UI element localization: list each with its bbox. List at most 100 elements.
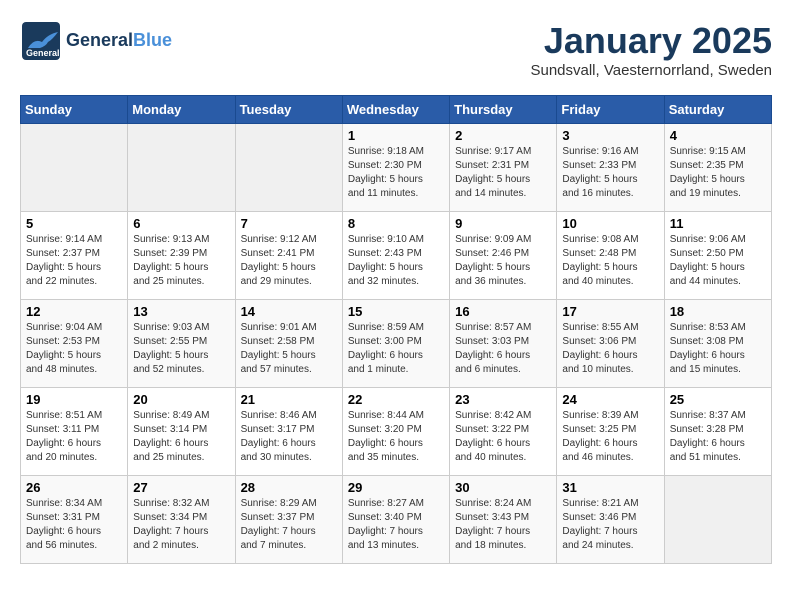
day-number: 26 xyxy=(26,480,122,495)
calendar-week-row: 26 Sunrise: 8:34 AM Sunset: 3:31 PM Dayli… xyxy=(21,476,772,564)
day-info: Sunrise: 9:08 AM Sunset: 2:48 PM Dayligh… xyxy=(562,233,658,289)
day-number: 16 xyxy=(455,304,551,319)
day-number: 15 xyxy=(348,304,444,319)
calendar-cell: 28 Sunrise: 8:29 AM Sunset: 3:37 PM Dayli… xyxy=(235,476,342,564)
calendar-cell: 16 Sunrise: 8:57 AM Sunset: 3:03 PM Dayli… xyxy=(450,300,557,388)
calendar-cell: 22 Sunrise: 8:44 AM Sunset: 3:20 PM Dayli… xyxy=(342,388,449,476)
day-number: 23 xyxy=(455,392,551,407)
day-info: Sunrise: 9:15 AM Sunset: 2:35 PM Dayligh… xyxy=(670,145,766,201)
calendar-cell: 9 Sunrise: 9:09 AM Sunset: 2:46 PM Daylig… xyxy=(450,212,557,300)
day-info: Sunrise: 8:27 AM Sunset: 3:40 PM Dayligh… xyxy=(348,497,444,553)
day-number: 7 xyxy=(241,216,337,231)
day-info: Sunrise: 8:49 AM Sunset: 3:14 PM Dayligh… xyxy=(133,409,229,465)
calendar-cell: 26 Sunrise: 8:34 AM Sunset: 3:31 PM Dayli… xyxy=(21,476,128,564)
day-info: Sunrise: 8:24 AM Sunset: 3:43 PM Dayligh… xyxy=(455,497,551,553)
logo-icon: General xyxy=(20,20,62,62)
calendar-cell: 13 Sunrise: 9:03 AM Sunset: 2:55 PM Dayli… xyxy=(128,300,235,388)
day-info: Sunrise: 8:46 AM Sunset: 3:17 PM Dayligh… xyxy=(241,409,337,465)
day-info: Sunrise: 9:09 AM Sunset: 2:46 PM Dayligh… xyxy=(455,233,551,289)
day-info: Sunrise: 8:44 AM Sunset: 3:20 PM Dayligh… xyxy=(348,409,444,465)
day-number: 19 xyxy=(26,392,122,407)
calendar-cell: 29 Sunrise: 8:27 AM Sunset: 3:40 PM Dayli… xyxy=(342,476,449,564)
calendar-cell: 25 Sunrise: 8:37 AM Sunset: 3:28 PM Dayli… xyxy=(664,388,771,476)
calendar-cell xyxy=(235,124,342,212)
day-info: Sunrise: 8:55 AM Sunset: 3:06 PM Dayligh… xyxy=(562,321,658,377)
day-number: 25 xyxy=(670,392,766,407)
calendar-cell: 18 Sunrise: 8:53 AM Sunset: 3:08 PM Dayli… xyxy=(664,300,771,388)
calendar-cell: 10 Sunrise: 9:08 AM Sunset: 2:48 PM Dayli… xyxy=(557,212,664,300)
calendar-header-row: SundayMondayTuesdayWednesdayThursdayFrid… xyxy=(21,96,772,124)
calendar-cell: 24 Sunrise: 8:39 AM Sunset: 3:25 PM Dayli… xyxy=(557,388,664,476)
calendar-cell xyxy=(664,476,771,564)
logo-general: GeneralBlue xyxy=(66,31,172,51)
day-of-week-header: Tuesday xyxy=(235,96,342,124)
logo-text-block: GeneralBlue xyxy=(66,31,172,51)
calendar-cell: 19 Sunrise: 8:51 AM Sunset: 3:11 PM Dayli… xyxy=(21,388,128,476)
day-info: Sunrise: 9:14 AM Sunset: 2:37 PM Dayligh… xyxy=(26,233,122,289)
day-number: 17 xyxy=(562,304,658,319)
day-info: Sunrise: 9:17 AM Sunset: 2:31 PM Dayligh… xyxy=(455,145,551,201)
day-info: Sunrise: 8:51 AM Sunset: 3:11 PM Dayligh… xyxy=(26,409,122,465)
day-of-week-header: Friday xyxy=(557,96,664,124)
day-info: Sunrise: 8:32 AM Sunset: 3:34 PM Dayligh… xyxy=(133,497,229,553)
day-info: Sunrise: 9:06 AM Sunset: 2:50 PM Dayligh… xyxy=(670,233,766,289)
calendar-cell: 7 Sunrise: 9:12 AM Sunset: 2:41 PM Daylig… xyxy=(235,212,342,300)
day-number: 30 xyxy=(455,480,551,495)
month-title: January 2025 xyxy=(530,20,772,62)
day-info: Sunrise: 9:18 AM Sunset: 2:30 PM Dayligh… xyxy=(348,145,444,201)
calendar-cell: 6Sunrise: 9:13 AM Sunset: 2:39 PM Daylig… xyxy=(128,212,235,300)
day-number: 18 xyxy=(670,304,766,319)
day-info: Sunrise: 9:10 AM Sunset: 2:43 PM Dayligh… xyxy=(348,233,444,289)
day-number: 12 xyxy=(26,304,122,319)
day-info: Sunrise: 9:12 AM Sunset: 2:41 PM Dayligh… xyxy=(241,233,337,289)
calendar-cell: 12Sunrise: 9:04 AM Sunset: 2:53 PM Dayli… xyxy=(21,300,128,388)
day-info: Sunrise: 8:21 AM Sunset: 3:46 PM Dayligh… xyxy=(562,497,658,553)
day-info: Sunrise: 9:03 AM Sunset: 2:55 PM Dayligh… xyxy=(133,321,229,377)
day-number: 24 xyxy=(562,392,658,407)
day-number: 2 xyxy=(455,128,551,143)
calendar-cell: 23Sunrise: 8:42 AM Sunset: 3:22 PM Dayli… xyxy=(450,388,557,476)
day-of-week-header: Saturday xyxy=(664,96,771,124)
day-number: 4 xyxy=(670,128,766,143)
day-info: Sunrise: 8:59 AM Sunset: 3:00 PM Dayligh… xyxy=(348,321,444,377)
day-number: 20 xyxy=(133,392,229,407)
page-header: General GeneralBlue January 2025 Sundsva… xyxy=(20,20,772,79)
svg-text:General: General xyxy=(26,48,60,58)
day-of-week-header: Sunday xyxy=(21,96,128,124)
day-info: Sunrise: 8:34 AM Sunset: 3:31 PM Dayligh… xyxy=(26,497,122,553)
calendar-cell: 8Sunrise: 9:10 AM Sunset: 2:43 PM Daylig… xyxy=(342,212,449,300)
calendar-table: SundayMondayTuesdayWednesdayThursdayFrid… xyxy=(20,95,772,564)
day-number: 5 xyxy=(26,216,122,231)
calendar-cell: 21Sunrise: 8:46 AM Sunset: 3:17 PM Dayli… xyxy=(235,388,342,476)
calendar-cell xyxy=(21,124,128,212)
calendar-cell: 3Sunrise: 9:16 AM Sunset: 2:33 PM Daylig… xyxy=(557,124,664,212)
day-info: Sunrise: 8:57 AM Sunset: 3:03 PM Dayligh… xyxy=(455,321,551,377)
calendar-cell: 20 Sunrise: 8:49 AM Sunset: 3:14 PM Dayli… xyxy=(128,388,235,476)
calendar-cell: 5 Sunrise: 9:14 AM Sunset: 2:37 PM Daylig… xyxy=(21,212,128,300)
day-info: Sunrise: 9:01 AM Sunset: 2:58 PM Dayligh… xyxy=(241,321,337,377)
calendar-week-row: 1Sunrise: 9:18 AM Sunset: 2:30 PM Daylig… xyxy=(21,124,772,212)
day-info: Sunrise: 8:53 AM Sunset: 3:08 PM Dayligh… xyxy=(670,321,766,377)
day-info: Sunrise: 8:29 AM Sunset: 3:37 PM Dayligh… xyxy=(241,497,337,553)
calendar-cell: 1Sunrise: 9:18 AM Sunset: 2:30 PM Daylig… xyxy=(342,124,449,212)
day-number: 14 xyxy=(241,304,337,319)
calendar-cell: 11 Sunrise: 9:06 AM Sunset: 2:50 PM Dayli… xyxy=(664,212,771,300)
calendar-cell xyxy=(128,124,235,212)
day-number: 11 xyxy=(670,216,766,231)
day-number: 27 xyxy=(133,480,229,495)
day-number: 13 xyxy=(133,304,229,319)
day-number: 29 xyxy=(348,480,444,495)
calendar-week-row: 5 Sunrise: 9:14 AM Sunset: 2:37 PM Daylig… xyxy=(21,212,772,300)
calendar-cell: 17 Sunrise: 8:55 AM Sunset: 3:06 PM Dayli… xyxy=(557,300,664,388)
title-block: January 2025 Sundsvall, Vaesternorrland,… xyxy=(530,20,772,79)
day-info: Sunrise: 8:39 AM Sunset: 3:25 PM Dayligh… xyxy=(562,409,658,465)
day-of-week-header: Thursday xyxy=(450,96,557,124)
day-number: 10 xyxy=(562,216,658,231)
day-number: 3 xyxy=(562,128,658,143)
day-number: 9 xyxy=(455,216,551,231)
day-info: Sunrise: 8:37 AM Sunset: 3:28 PM Dayligh… xyxy=(670,409,766,465)
subtitle: Sundsvall, Vaesternorrland, Sweden xyxy=(530,62,772,79)
day-number: 22 xyxy=(348,392,444,407)
day-number: 28 xyxy=(241,480,337,495)
calendar-cell: 4 Sunrise: 9:15 AM Sunset: 2:35 PM Daylig… xyxy=(664,124,771,212)
